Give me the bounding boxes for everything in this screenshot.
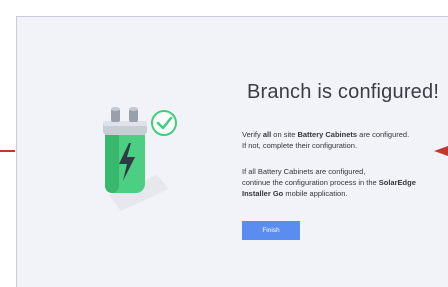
text-segment: on site: [271, 130, 298, 139]
text-segment: mobile application.: [283, 189, 348, 198]
text-segment: are configured.: [357, 130, 410, 139]
text-segment: continue the configuration process in th…: [242, 178, 379, 187]
page-title: Branch is configured!: [247, 81, 440, 103]
left-pointer-marker: [0, 150, 15, 152]
text-line: If not, complete their configuration.: [242, 141, 358, 150]
dialog-panel: Branch is configured! Verify all on site…: [16, 16, 448, 287]
text-line: If all Battery Cabinets are configured,: [242, 167, 366, 176]
verify-paragraph: Verify all on site Battery Cabinets are …: [242, 129, 447, 151]
continue-paragraph: If all Battery Cabinets are configured, …: [242, 166, 447, 199]
text-bold-segment: all: [262, 130, 272, 139]
finish-button[interactable]: Finish: [242, 221, 300, 240]
text-bold-segment: Battery Cabinets: [297, 130, 358, 139]
text-bold-segment: SolarEdge: [378, 178, 416, 187]
text-segment: Verify: [242, 130, 263, 139]
right-pointer-marker: [434, 146, 448, 156]
text-bold-segment: Installer Go: [242, 189, 284, 198]
battery-icon: [103, 107, 177, 211]
check-circle-icon: [151, 110, 177, 136]
